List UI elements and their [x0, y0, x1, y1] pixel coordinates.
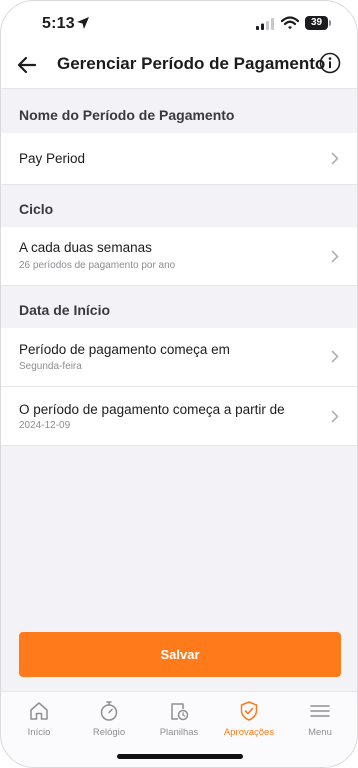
- tab-clock[interactable]: Relógio: [79, 700, 139, 738]
- timesheet-icon: [171, 703, 189, 721]
- row-label: Pay Period: [19, 151, 86, 166]
- tab-menu[interactable]: Menu: [290, 700, 350, 738]
- app-header: Gerenciar Período de Pagamento: [1, 45, 357, 89]
- back-arrow-icon[interactable]: [15, 53, 39, 77]
- tab-approvals[interactable]: Aprovações: [219, 700, 279, 738]
- section-header-cycle: Ciclo: [1, 188, 357, 228]
- chevron-right-icon: [331, 152, 339, 165]
- row-sublabel: 26 períodos de pagamento por ano: [19, 260, 176, 271]
- chevron-right-icon: [331, 250, 339, 263]
- tab-label: Aprovações: [223, 727, 275, 738]
- phone-screen: 5:13 39 Gerenciar Período de Pagamento N…: [0, 0, 358, 768]
- row-sublabel: 2024-12-09: [19, 420, 71, 431]
- status-bar: 5:13 39: [1, 1, 357, 45]
- battery-icon: 39: [305, 16, 331, 30]
- home-indicator: [117, 754, 243, 759]
- row-label: Período de pagamento começa em: [19, 342, 230, 357]
- tab-home[interactable]: Início: [9, 700, 69, 738]
- cellular-signal-icon: [256, 18, 274, 30]
- hamburger-menu-icon: [310, 705, 330, 717]
- section-header-pay-period-name: Nome do Período de Pagamento: [1, 94, 357, 134]
- section-title: Ciclo: [19, 201, 54, 217]
- location-arrow-icon: [77, 17, 89, 29]
- chevron-right-icon: [331, 410, 339, 423]
- chevron-right-icon: [331, 350, 339, 363]
- section-title: Nome do Período de Pagamento: [19, 107, 235, 123]
- row-pay-period-starts-on[interactable]: Período de pagamento começa em Segunda-f…: [1, 328, 357, 387]
- row-label: A cada duas semanas: [19, 240, 152, 255]
- info-icon[interactable]: [319, 52, 341, 74]
- page-title: Gerenciar Período de Pagamento: [57, 54, 326, 73]
- battery-level: 39: [310, 17, 323, 28]
- stopwatch-icon: [100, 701, 118, 721]
- row-pay-period-name[interactable]: Pay Period: [1, 133, 357, 185]
- row-cycle[interactable]: A cada duas semanas 26 períodos de pagam…: [1, 227, 357, 286]
- tab-label: Relógio: [92, 727, 126, 738]
- save-button[interactable]: Salvar: [19, 632, 341, 677]
- status-time: 5:13: [42, 15, 75, 32]
- tab-label: Planilhas: [159, 727, 199, 738]
- row-pay-period-start-date[interactable]: O período de pagamento começa a partir d…: [1, 387, 357, 446]
- section-title: Data de Início: [19, 302, 111, 318]
- tab-label: Início: [27, 727, 51, 738]
- home-icon: [30, 702, 48, 720]
- tab-label: Menu: [308, 727, 332, 738]
- row-label: O período de pagamento começa a partir d…: [19, 402, 285, 417]
- wifi-icon: [281, 16, 299, 30]
- shield-check-icon: [240, 701, 258, 721]
- tab-timesheets[interactable]: Planilhas: [149, 700, 209, 738]
- row-sublabel: Segunda-feira: [19, 361, 82, 372]
- section-header-start-date: Data de Início: [1, 289, 357, 329]
